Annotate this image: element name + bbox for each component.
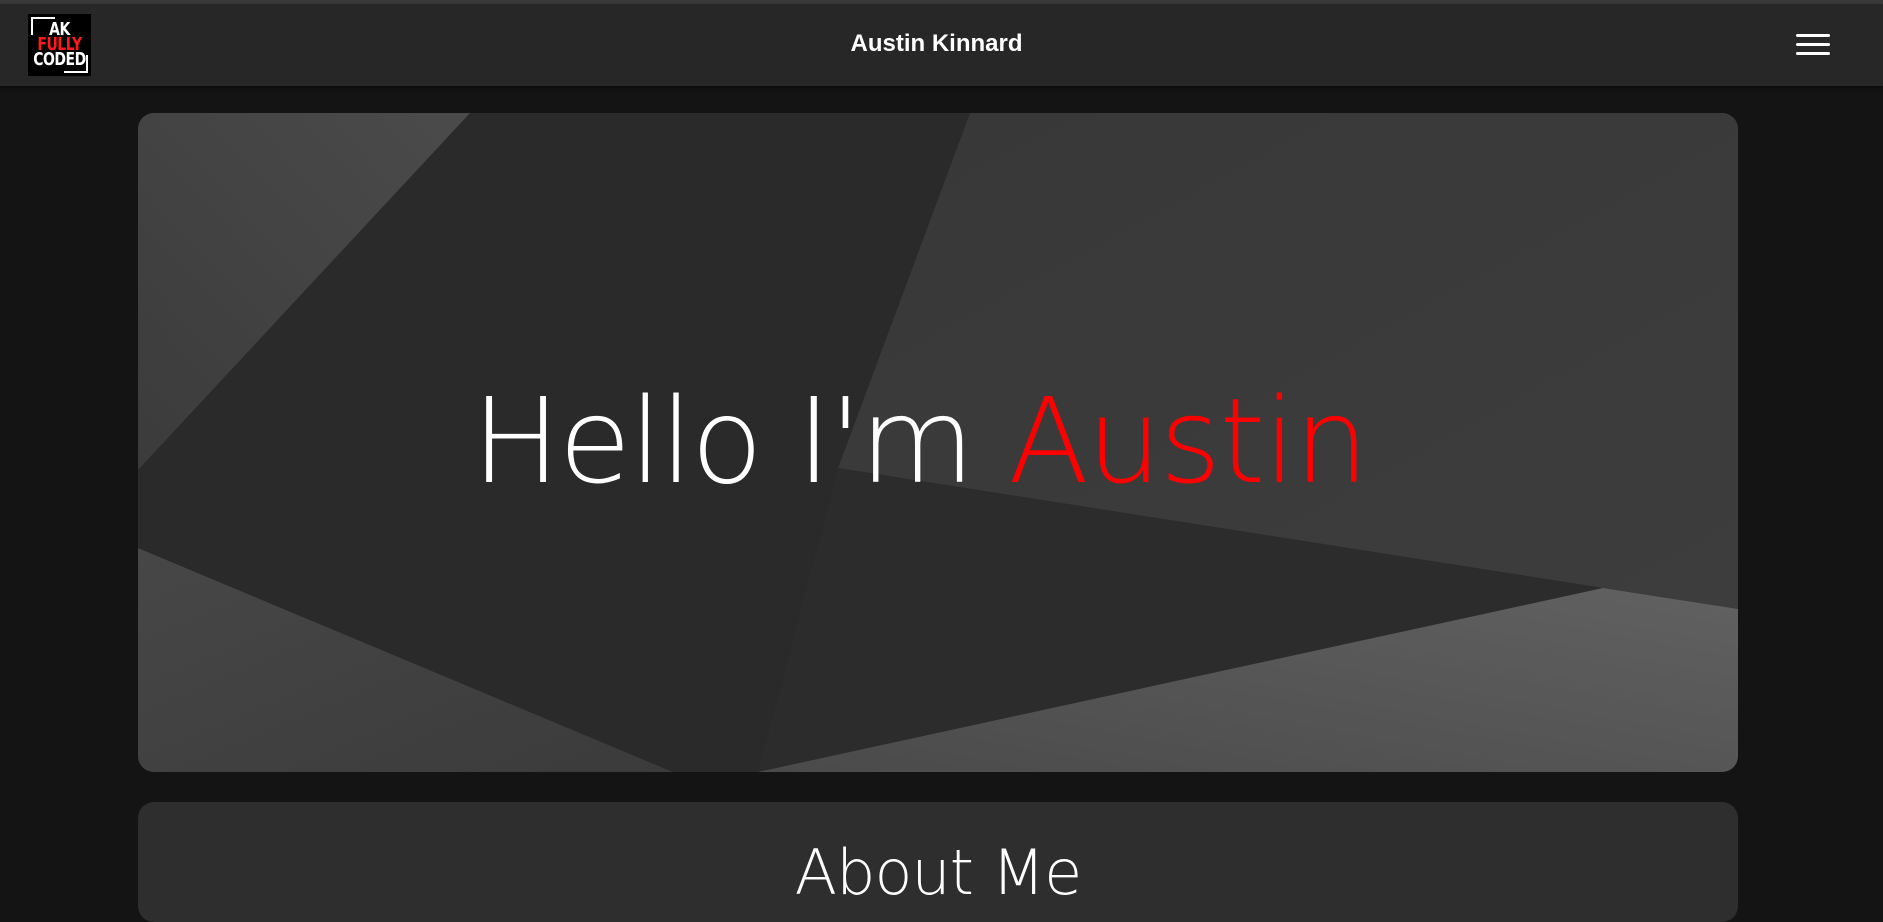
- hero-name: Austin: [1008, 372, 1369, 510]
- menu-bar: [1796, 52, 1830, 55]
- navbar: AK FULLY CODED Austin Kinnard: [0, 4, 1883, 86]
- hamburger-menu-icon[interactable]: [1796, 32, 1830, 58]
- about-heading: About Me: [794, 836, 1083, 909]
- menu-bar: [1796, 34, 1830, 37]
- hero-banner: Hello I'm Austin: [138, 113, 1738, 772]
- site-title[interactable]: Austin Kinnard: [0, 30, 1873, 58]
- menu-bar: [1796, 43, 1830, 46]
- hero-greeting: Hello I'm: [471, 372, 975, 510]
- about-section: About Me: [138, 802, 1738, 922]
- hero-heading: Hello I'm Austin: [138, 376, 1701, 507]
